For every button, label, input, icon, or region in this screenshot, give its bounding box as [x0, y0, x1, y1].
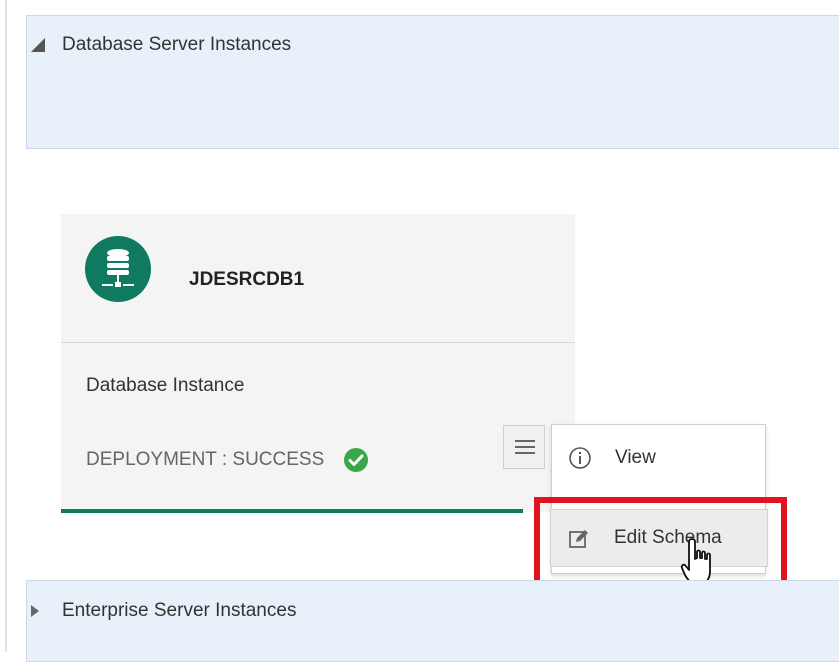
status-text: DEPLOYMENT : SUCCESS [86, 449, 325, 470]
hamburger-menu-icon[interactable] [503, 425, 545, 469]
section-header-enterprise[interactable]: Enterprise Server Instances [27, 581, 839, 641]
instance-card: JDESRCDB1 Database Instance DEPLOYMENT :… [61, 214, 575, 513]
database-server-icon [85, 236, 151, 302]
instance-name[interactable]: JDESRCDB1 [189, 269, 304, 291]
menu-item-label: View [615, 447, 656, 468]
expand-triangle-icon[interactable] [31, 605, 39, 617]
check-circle-icon [343, 447, 369, 473]
card-header: JDESRCDB1 [61, 214, 575, 343]
deployment-status: DEPLOYMENT : SUCCESS [86, 447, 369, 473]
left-border [5, 0, 7, 652]
collapse-triangle-icon[interactable] [31, 38, 45, 52]
instance-type: Database Instance [86, 375, 245, 396]
menu-item-view[interactable]: View [552, 429, 765, 487]
card-accent-bar [61, 509, 523, 513]
section-title: Enterprise Server Instances [62, 600, 297, 621]
info-icon [568, 446, 592, 475]
section-title: Database Server Instances [62, 34, 292, 55]
enterprise-server-instances-section: Enterprise Server Instances [26, 580, 839, 662]
database-server-instances-section: Database Server Instances [26, 15, 839, 149]
section-header-database[interactable]: Database Server Instances [27, 16, 839, 76]
